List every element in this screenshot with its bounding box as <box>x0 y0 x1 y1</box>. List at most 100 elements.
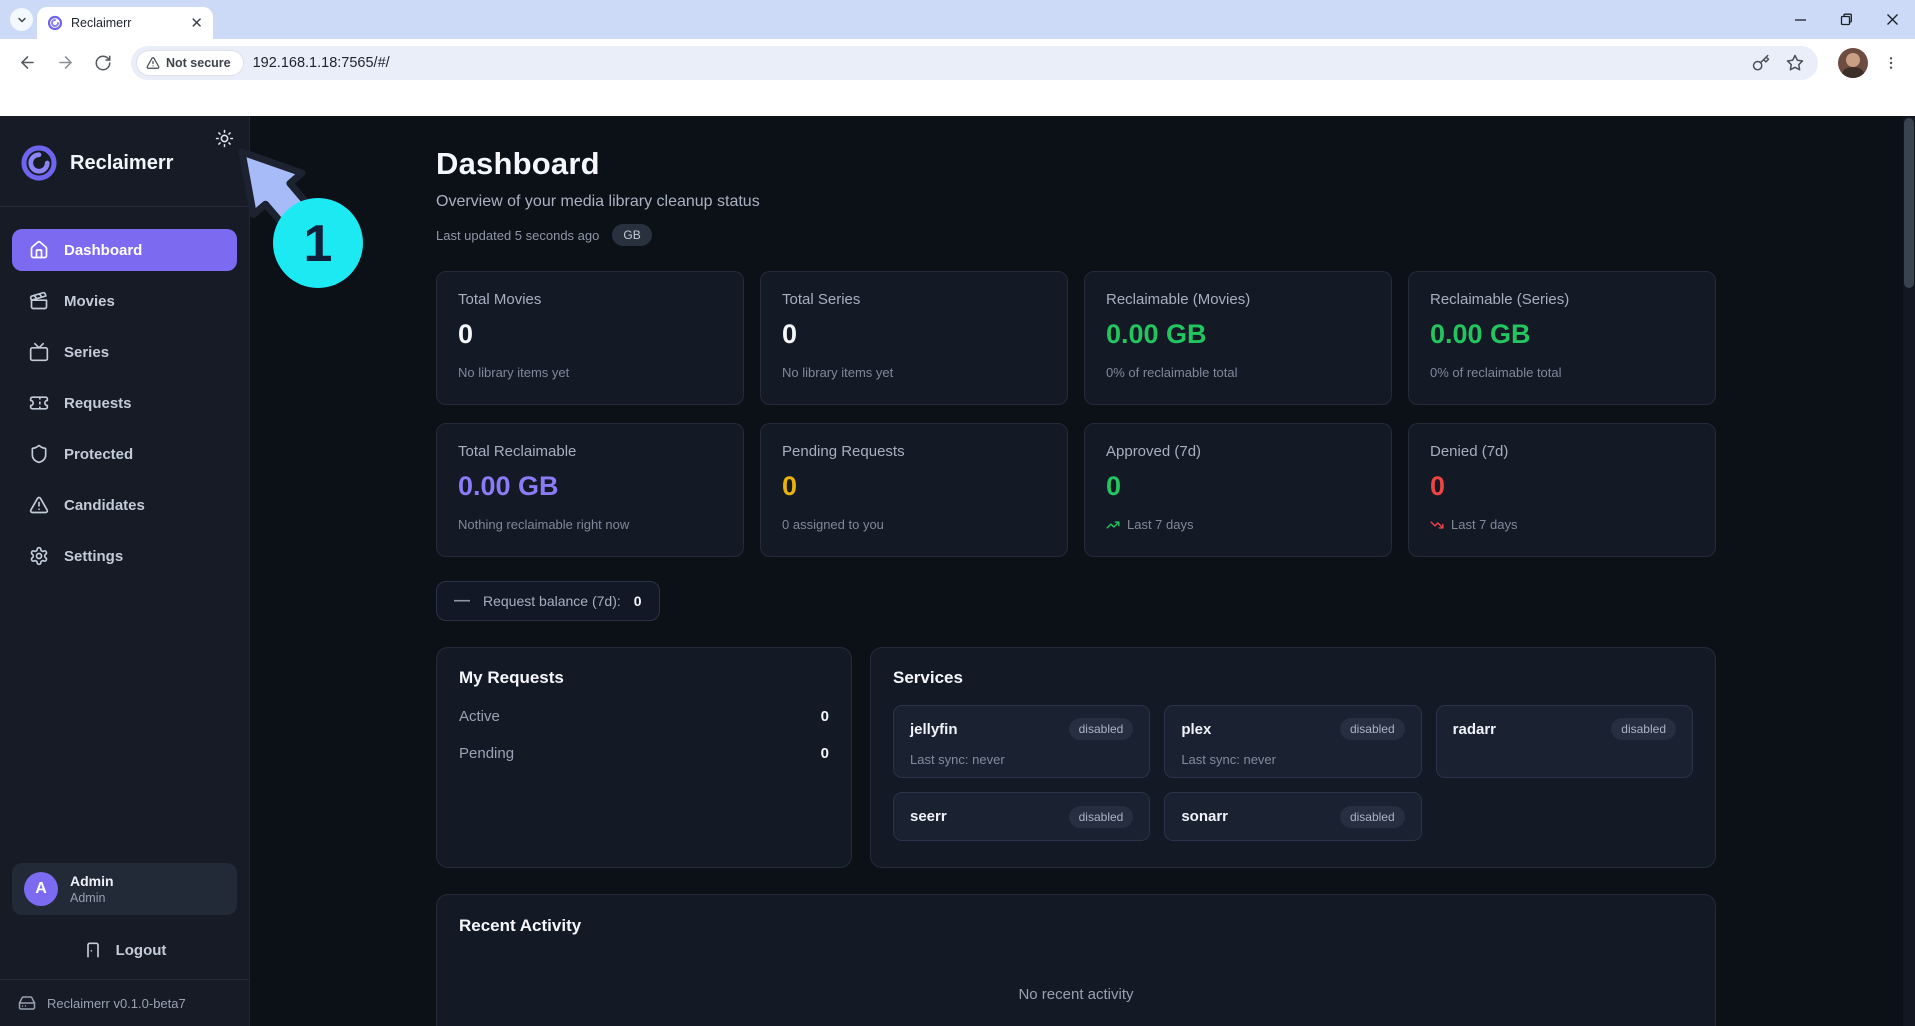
scrollbar-thumb[interactable] <box>1904 118 1914 288</box>
recent-activity-empty: No recent activity <box>459 986 1693 1003</box>
logout-button[interactable]: Logout <box>0 923 249 979</box>
last-sync-label: Last sync: never <box>1181 752 1404 767</box>
trending-down-icon <box>1430 518 1444 532</box>
sidebar-item-requests[interactable]: Requests <box>12 382 237 424</box>
browser-tab-strip: Reclaimerr ✕ <box>0 0 1915 39</box>
address-bar[interactable]: Not secure 192.168.1.18:7565/#/ <box>131 46 1818 80</box>
stat-value: 0.00 GB <box>1430 319 1694 350</box>
tab-close-icon[interactable]: ✕ <box>190 16 203 31</box>
window-controls <box>1777 0 1915 39</box>
sidebar-item-settings[interactable]: Settings <box>12 535 237 577</box>
restore-button[interactable] <box>1823 0 1869 39</box>
dash-icon: — <box>454 592 470 610</box>
restore-icon <box>1840 13 1853 26</box>
services-panel: Services jellyfin disabled Last sync: ne… <box>870 647 1716 868</box>
app-logo-icon <box>20 144 58 182</box>
tab-search-button[interactable] <box>10 8 33 31</box>
stat-value: 0 <box>1430 471 1694 502</box>
my-requests-title: My Requests <box>459 668 829 688</box>
close-icon <box>1886 13 1899 26</box>
stat-card-reclaimable-movies: Reclaimable (Movies) 0.00 GB 0% of recla… <box>1084 271 1392 405</box>
user-role: Admin <box>70 891 114 905</box>
stat-value: 0 <box>458 319 722 350</box>
back-button[interactable] <box>9 45 45 81</box>
brand-name: Reclaimerr <box>70 152 173 175</box>
bookmarks-bar <box>0 86 1915 116</box>
stats-row-1: Total Movies 0 No library items yet Tota… <box>436 271 1716 405</box>
user-name: Admin <box>70 873 114 889</box>
page-title: Dashboard <box>436 146 1716 182</box>
sidebar-item-dashboard[interactable]: Dashboard <box>12 229 237 271</box>
forward-button[interactable] <box>47 45 83 81</box>
security-chip[interactable]: Not secure <box>137 51 243 75</box>
stat-card-total-reclaimable: Total Reclaimable 0.00 GB Nothing reclai… <box>436 423 744 557</box>
browser-tab[interactable]: Reclaimerr ✕ <box>37 7 213 39</box>
security-label: Not secure <box>166 56 231 70</box>
tab-favicon <box>47 15 63 31</box>
main-content: Dashboard Overview of your media library… <box>250 116 1915 1026</box>
ticket-icon <box>29 393 49 413</box>
app-window: Reclaimerr Dashboard Movies Series Reque… <box>0 116 1915 1026</box>
home-icon <box>29 240 49 260</box>
service-card-plex[interactable]: plex disabled Last sync: never <box>1164 705 1421 778</box>
unit-badge[interactable]: GB <box>612 224 651 246</box>
sidebar-item-movies[interactable]: Movies <box>12 280 237 322</box>
stat-card-pending-requests: Pending Requests 0 0 assigned to you <box>760 423 1068 557</box>
close-button[interactable] <box>1869 0 1915 39</box>
service-card-radarr[interactable]: radarr disabled <box>1436 705 1693 778</box>
arrow-left-icon <box>18 53 37 72</box>
last-updated-label: Last updated 5 seconds ago <box>436 228 599 243</box>
request-balance-chip: — Request balance (7d): 0 <box>436 581 660 621</box>
minimize-button[interactable] <box>1777 0 1823 39</box>
page-scrollbar[interactable] <box>1903 116 1915 1026</box>
gear-icon <box>29 546 49 566</box>
sidebar-header: Reclaimerr <box>0 116 249 207</box>
tab-title: Reclaimerr <box>71 16 182 30</box>
last-sync-label: Last sync: never <box>910 752 1133 767</box>
user-card[interactable]: A Admin Admin <box>12 863 237 915</box>
bookmark-star-icon[interactable] <box>1786 54 1804 72</box>
sidebar-item-series[interactable]: Series <box>12 331 237 373</box>
stat-card-total-movies: Total Movies 0 No library items yet <box>436 271 744 405</box>
stat-value: 0.00 GB <box>458 471 722 502</box>
stat-card-total-series: Total Series 0 No library items yet <box>760 271 1068 405</box>
shield-icon <box>29 444 49 464</box>
page-subtitle: Overview of your media library cleanup s… <box>436 193 1716 211</box>
request-balance-value: 0 <box>634 593 642 609</box>
stat-value: 0.00 GB <box>1106 319 1370 350</box>
sidebar-item-protected[interactable]: Protected <box>12 433 237 475</box>
version-label: Reclaimerr v0.1.0-beta7 <box>47 996 186 1011</box>
status-badge: disabled <box>1340 718 1405 740</box>
minimize-icon <box>1794 13 1807 26</box>
browser-profile-avatar[interactable] <box>1838 48 1868 78</box>
stat-card-approved-7d: Approved (7d) 0 Last 7 days <box>1084 423 1392 557</box>
service-card-jellyfin[interactable]: jellyfin disabled Last sync: never <box>893 705 1150 778</box>
sidebar-item-candidates[interactable]: Candidates <box>12 484 237 526</box>
browser-toolbar: Not secure 192.168.1.18:7565/#/ <box>0 39 1915 86</box>
sidebar-nav: Dashboard Movies Series Requests Protect… <box>0 207 249 586</box>
sidebar-item-label: Series <box>64 344 109 361</box>
url-text: 192.168.1.18:7565/#/ <box>253 55 1742 71</box>
browser-menu-button[interactable] <box>1876 48 1906 78</box>
hard-drive-icon <box>18 994 36 1012</box>
reload-button[interactable] <box>85 45 121 81</box>
trending-up-icon <box>1106 518 1120 532</box>
sidebar-item-label: Requests <box>64 395 132 412</box>
service-card-sonarr[interactable]: sonarr disabled <box>1164 792 1421 841</box>
recent-activity-panel: Recent Activity No recent activity <box>436 894 1716 1026</box>
stat-value: 0 <box>782 319 1046 350</box>
three-dots-icon <box>1883 55 1899 71</box>
password-key-icon[interactable] <box>1752 54 1770 72</box>
user-avatar: A <box>24 872 58 906</box>
service-card-seerr[interactable]: seerr disabled <box>893 792 1150 841</box>
stat-value: 0 <box>1106 471 1370 502</box>
status-badge: disabled <box>1069 718 1134 740</box>
status-badge: disabled <box>1069 806 1134 828</box>
recent-activity-title: Recent Activity <box>459 916 1693 936</box>
warning-icon <box>146 56 160 70</box>
avatar-head <box>1846 53 1860 67</box>
sidebar-item-label: Settings <box>64 548 123 565</box>
theme-toggle-button[interactable] <box>215 129 234 148</box>
stat-card-denied-7d: Denied (7d) 0 Last 7 days <box>1408 423 1716 557</box>
status-badge: disabled <box>1340 806 1405 828</box>
